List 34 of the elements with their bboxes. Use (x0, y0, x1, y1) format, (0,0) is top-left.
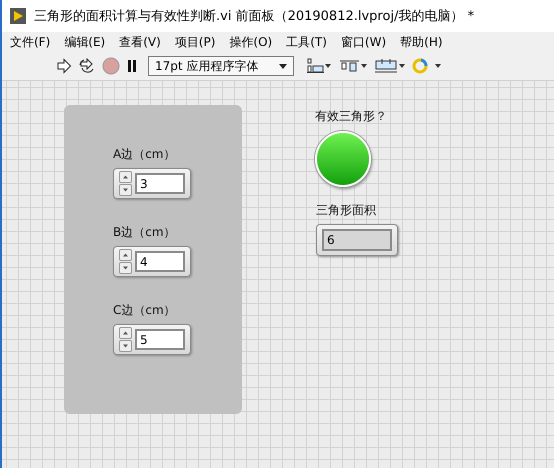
increment-icon[interactable] (119, 327, 132, 339)
control-label: C边（cm） (113, 302, 177, 319)
caret-icon (279, 64, 287, 68)
numeric-input[interactable]: 4 (135, 251, 185, 272)
indicator-label: 有效三角形？ (315, 108, 387, 125)
numeric-display: 6 (322, 229, 392, 251)
align-objects-icon[interactable] (306, 58, 332, 74)
menu-item[interactable]: 工具(T) (282, 34, 333, 50)
menu-item[interactable]: 查看(V) (115, 34, 167, 50)
numeric-input[interactable]: 5 (135, 329, 185, 350)
control-label: 三角形面积 (316, 202, 377, 219)
run-continuously-icon[interactable] (78, 58, 96, 74)
pause-icon[interactable] (126, 59, 138, 73)
menu-item[interactable]: 项目(P) (170, 34, 222, 50)
window-title: 三角形的面积计算与有效性判断.vi 前面板（20190812.lvproj/我的电脑） * (34, 8, 474, 25)
increment-icon[interactable] (119, 171, 132, 183)
decrement-icon[interactable] (119, 340, 132, 352)
reorder-icon[interactable] (412, 57, 442, 75)
menu-item[interactable]: 窗口(W) (336, 34, 392, 50)
font-dropdown[interactable]: 17pt 应用程序字体 (148, 56, 294, 76)
decrement-icon[interactable] (119, 262, 132, 274)
numeric-input[interactable]: 3 (135, 173, 185, 194)
menu-item[interactable]: 帮助(H) (396, 34, 449, 50)
increment-icon[interactable] (119, 249, 132, 261)
menu-item[interactable]: 编辑(E) (60, 34, 112, 50)
run-arrow-icon[interactable] (56, 58, 72, 74)
decrement-icon[interactable] (119, 184, 132, 196)
menu-item[interactable]: 文件(F) (6, 34, 56, 50)
control-label: A边（cm） (113, 146, 176, 163)
control-label: B边（cm） (113, 224, 177, 241)
menu-item[interactable]: 操作(O) (225, 34, 278, 50)
resize-objects-icon[interactable] (374, 58, 406, 74)
distribute-objects-icon[interactable] (338, 58, 368, 74)
app-icon (10, 8, 26, 24)
